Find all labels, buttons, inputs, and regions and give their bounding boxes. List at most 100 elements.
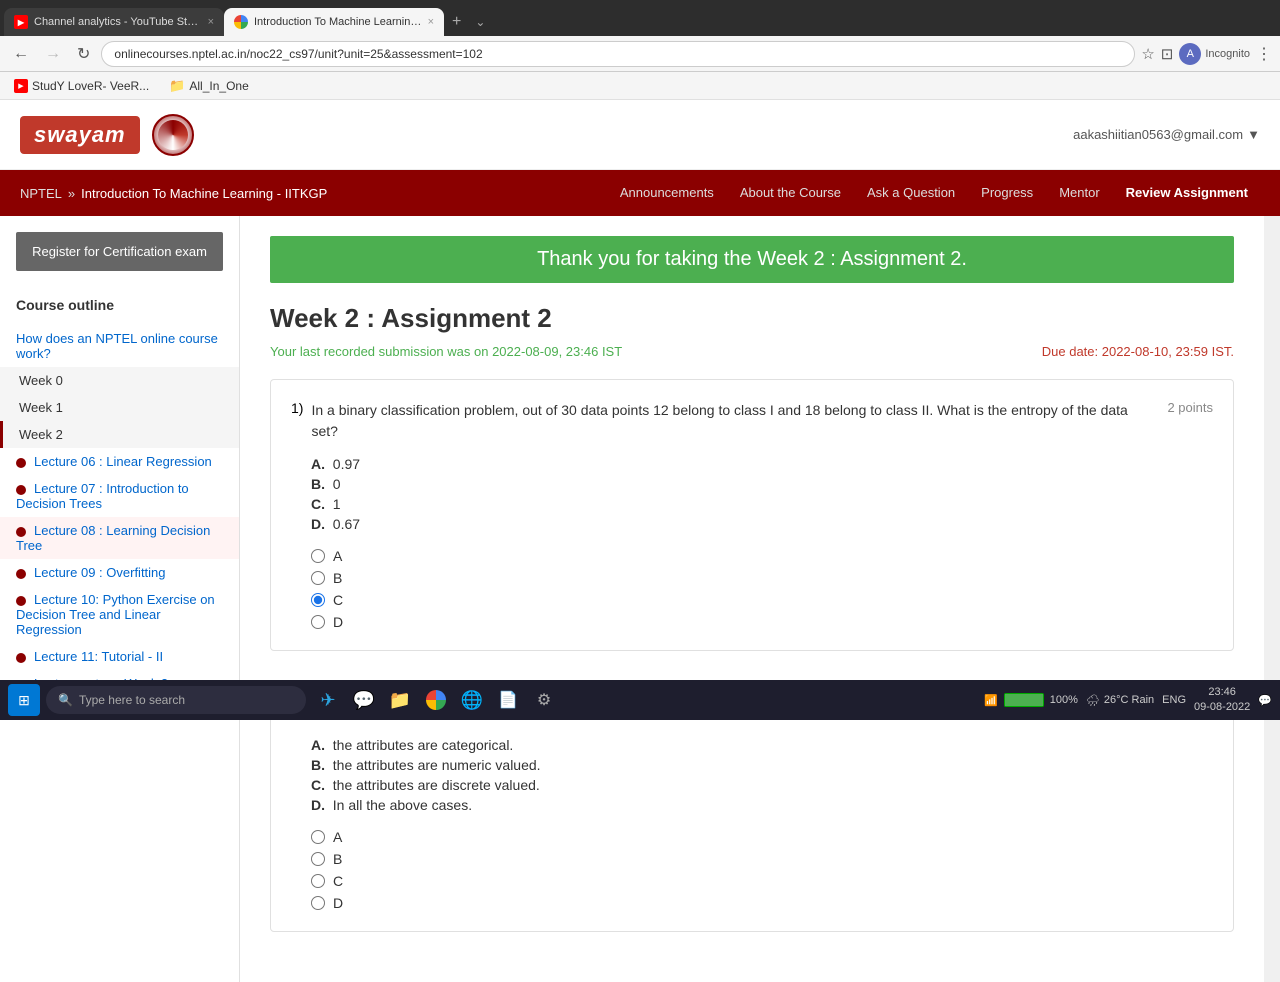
tab-youtube-close[interactable]: × <box>208 16 214 28</box>
breadcrumb-root[interactable]: NPTEL <box>20 186 62 201</box>
tab-nptel[interactable]: Introduction To Machine Learning... × <box>224 8 444 36</box>
user-area: aakashiitian0563@gmail.com ▼ <box>1073 127 1260 142</box>
taskbar-search[interactable]: 🔍 Type here to search <box>46 686 306 714</box>
profile-area: A Incognito <box>1179 43 1250 65</box>
taskbar-app-explorer[interactable]: 📁 <box>384 684 416 716</box>
weather-icon: 🌧 <box>1086 694 1100 707</box>
tab-overflow[interactable]: ⌄ <box>469 8 491 36</box>
nav-progress[interactable]: Progress <box>969 170 1045 216</box>
submission-date: Your last recorded submission was on 202… <box>270 344 622 359</box>
q1-radio-c[interactable]: C <box>311 592 1213 608</box>
taskbar-app-chrome[interactable] <box>420 684 452 716</box>
taskbar-right: 📶 100% 🌧 26°C Rain ENG 23:46 09-08-2022 … <box>984 685 1272 716</box>
cast-button[interactable]: ⊡ <box>1161 45 1174 63</box>
sidebar-item-lecture10[interactable]: Lecture 10: Python Exercise on Decision … <box>0 586 239 643</box>
sidebar-item-howto[interactable]: How does an NPTEL online course work? <box>0 325 239 367</box>
main-layout: Register for Certification exam Course o… <box>0 216 1280 982</box>
bookmark-youtube[interactable]: ▶ StudY LoveR- VeeR... <box>8 77 155 95</box>
clock-date: 09-08-2022 <box>1194 700 1250 715</box>
q1-radio-input-c[interactable] <box>311 593 325 607</box>
profile-avatar[interactable]: A <box>1179 43 1201 65</box>
q2-radio-d[interactable]: D <box>311 895 1213 911</box>
question-1-text: In a binary classification problem, out … <box>311 400 1167 442</box>
clock-time: 23:46 <box>1194 685 1250 700</box>
taskbar-app-misc[interactable]: ⚙ <box>528 684 560 716</box>
q1-option-b: B. 0 <box>311 474 1213 494</box>
breadcrumb-separator: » <box>68 186 75 201</box>
sidebar-item-lecture06[interactable]: Lecture 06 : Linear Regression <box>0 448 239 475</box>
user-email: aakashiitian0563@gmail.com <box>1073 127 1243 142</box>
q1-radio-input-d[interactable] <box>311 615 325 629</box>
due-date: Due date: 2022-08-10, 23:59 IST. <box>1042 344 1234 359</box>
bullet-icon <box>16 596 26 606</box>
question-1-points: 2 points <box>1167 400 1213 415</box>
sidebar-item-week0[interactable]: Week 0 <box>0 367 239 394</box>
q2-radio-a[interactable]: A <box>311 829 1213 845</box>
q2-option-b: B. the attributes are numeric valued. <box>311 755 1213 775</box>
nptel-logo <box>152 114 194 156</box>
q1-option-d: D. 0.67 <box>311 514 1213 534</box>
q2-radio-input-d[interactable] <box>311 896 325 910</box>
taskbar-app-edge[interactable]: 🌐 <box>456 684 488 716</box>
q2-radio-c[interactable]: C <box>311 873 1213 889</box>
question-2-options: A. the attributes are categorical. B. th… <box>291 735 1213 815</box>
battery-indicator <box>1004 693 1044 707</box>
q2-option-d: D. In all the above cases. <box>311 795 1213 815</box>
q1-radio-d[interactable]: D <box>311 614 1213 630</box>
taskbar-app-telegram[interactable]: ✈ <box>312 684 344 716</box>
question-1-header: 1) In a binary classification problem, o… <box>291 400 1213 442</box>
sidebar-item-week2[interactable]: Week 2 <box>0 421 239 448</box>
nav-mentor[interactable]: Mentor <box>1047 170 1111 216</box>
more-options-button[interactable]: ⋮ <box>1256 44 1272 64</box>
q1-option-c: C. 1 <box>311 494 1213 514</box>
notification-icon[interactable]: 💬 <box>1258 694 1272 707</box>
taskbar-app-pdf[interactable]: 📄 <box>492 684 524 716</box>
q2-radio-input-a[interactable] <box>311 830 325 844</box>
sidebar-item-lecture11[interactable]: Lecture 11: Tutorial - II <box>0 643 239 670</box>
q1-option-a: A. 0.97 <box>311 454 1213 474</box>
q1-radio-input-b[interactable] <box>311 571 325 585</box>
q1-radio-b[interactable]: B <box>311 570 1213 586</box>
bullet-icon <box>16 485 26 495</box>
start-button[interactable]: ⊞ <box>8 684 40 716</box>
bookmark-button[interactable]: ☆ <box>1141 45 1154 63</box>
register-certification-button[interactable]: Register for Certification exam <box>16 232 223 271</box>
sidebar: Register for Certification exam Course o… <box>0 216 240 982</box>
sys-icons: 📶 100% <box>984 693 1078 707</box>
submission-info-row: Your last recorded submission was on 202… <box>270 344 1234 359</box>
forward-button[interactable]: → <box>40 43 66 65</box>
bookmark-allinone-label: All_In_One <box>189 79 248 93</box>
folder-icon: 📁 <box>169 78 185 94</box>
nav-review-assignment[interactable]: Review Assignment <box>1114 170 1260 216</box>
language-indicator: ENG <box>1162 694 1186 706</box>
sidebar-item-lecture09[interactable]: Lecture 09 : Overfitting <box>0 559 239 586</box>
q1-radio-input-a[interactable] <box>311 549 325 563</box>
taskbar-app-whatsapp[interactable]: 💬 <box>348 684 380 716</box>
site-header: swayam aakashiitian0563@gmail.com ▼ <box>0 100 1280 170</box>
tab-youtube[interactable]: ▶ Channel analytics - YouTube Stu... × <box>4 8 224 36</box>
nav-about[interactable]: About the Course <box>728 170 853 216</box>
question-1-options: A. 0.97 B. 0 C. 1 D. 0.67 <box>291 454 1213 534</box>
q2-radio-input-c[interactable] <box>311 874 325 888</box>
url-input[interactable] <box>101 41 1135 67</box>
sidebar-item-week1[interactable]: Week 1 <box>0 394 239 421</box>
q2-radio-b[interactable]: B <box>311 851 1213 867</box>
incognito-label: Incognito <box>1205 48 1250 60</box>
question-1-block: 1) In a binary classification problem, o… <box>270 379 1234 651</box>
q2-radio-input-b[interactable] <box>311 852 325 866</box>
nav-ask[interactable]: Ask a Question <box>855 170 967 216</box>
sidebar-item-lecture08[interactable]: Lecture 08 : Learning Decision Tree <box>0 517 239 559</box>
reload-button[interactable]: ↻ <box>72 42 95 66</box>
tab-nptel-close[interactable]: × <box>428 16 434 28</box>
new-tab-button[interactable]: + <box>444 8 469 36</box>
back-button[interactable]: ← <box>8 43 34 65</box>
nav-announcements[interactable]: Announcements <box>608 170 726 216</box>
weather-temp: 26°C Rain <box>1104 694 1154 706</box>
sidebar-item-lecture07[interactable]: Lecture 07 : Introduction to Decision Tr… <box>0 475 239 517</box>
q1-radio-a[interactable]: A <box>311 548 1213 564</box>
nav-links: Announcements About the Course Ask a Que… <box>608 170 1260 216</box>
bookmark-all-in-one[interactable]: 📁 All_In_One <box>163 76 255 96</box>
scrollbar[interactable] <box>1264 216 1280 982</box>
question-1-number: 1) <box>291 400 303 416</box>
user-dropdown-icon[interactable]: ▼ <box>1247 127 1260 142</box>
